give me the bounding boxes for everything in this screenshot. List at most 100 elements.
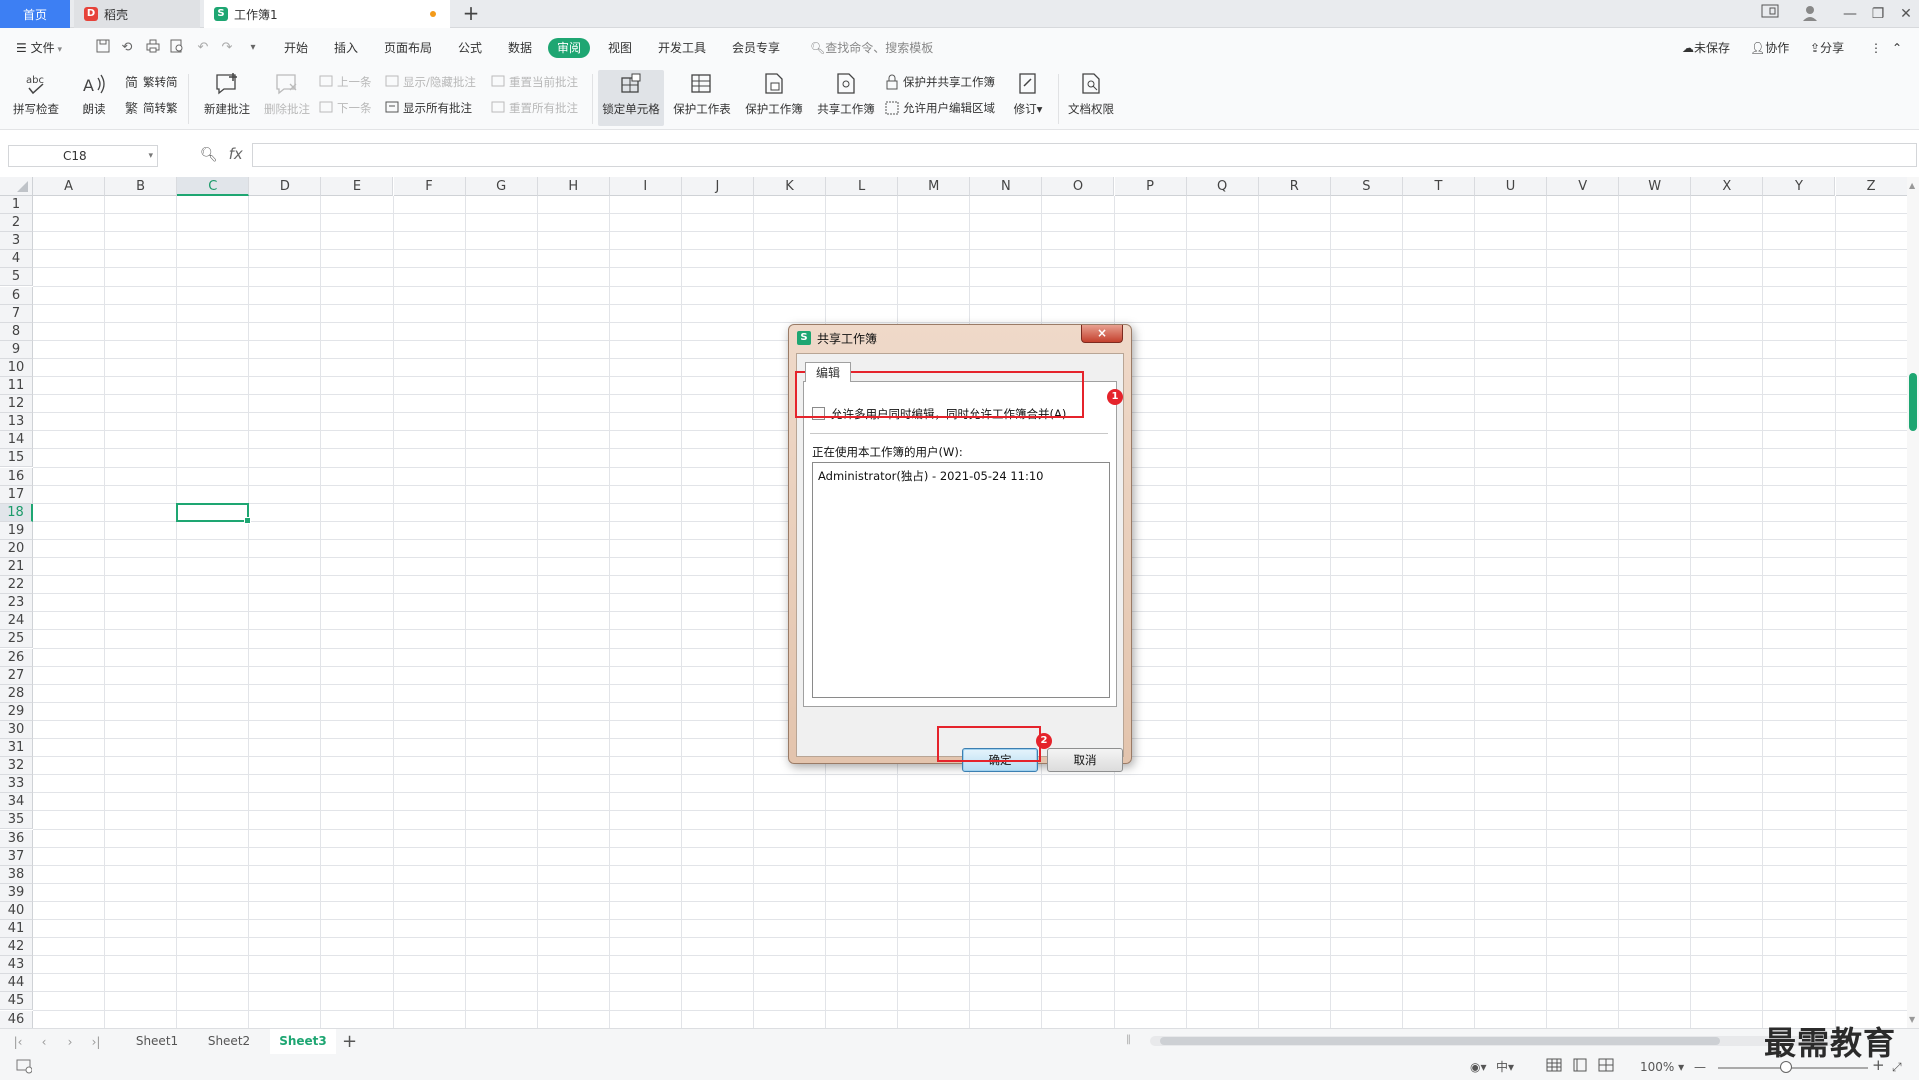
share-workbook-button[interactable]: 共享工作簿 <box>814 70 878 126</box>
row-header-17[interactable]: 17 <box>0 485 33 504</box>
menu-developer[interactable]: 开发工具 <box>652 38 712 58</box>
column-header-q[interactable]: Q <box>1186 177 1259 196</box>
menu-member[interactable]: 会员专享 <box>726 38 786 58</box>
column-header-j[interactable]: J <box>681 177 754 196</box>
vertical-scroll-thumb[interactable] <box>1909 373 1917 431</box>
protect-sheet-button[interactable]: 保护工作表 <box>670 70 734 126</box>
row-header-46[interactable]: 46 <box>0 1010 33 1028</box>
row-header-19[interactable]: 19 <box>0 521 33 540</box>
macro-record-icon[interactable] <box>16 1058 33 1079</box>
delete-comment-button[interactable]: 删除批注 <box>260 70 314 126</box>
row-header-45[interactable]: 45 <box>0 992 33 1011</box>
row-header-2[interactable]: 2 <box>0 214 33 233</box>
more-options-icon[interactable]: ⋮ <box>1864 38 1888 58</box>
active-cell[interactable] <box>176 502 252 524</box>
sheet-tab-2[interactable]: Sheet2 <box>196 1029 262 1054</box>
row-header-42[interactable]: 42 <box>0 938 33 957</box>
horizontal-scroll-thumb[interactable] <box>1160 1037 1720 1045</box>
minimize-icon[interactable]: — <box>1838 4 1862 24</box>
allow-edit-ranges-button[interactable]: 允许用户编辑区域 <box>884 98 995 118</box>
column-header-o[interactable]: O <box>1042 177 1115 196</box>
menu-review[interactable]: 审阅 <box>548 38 591 58</box>
dialog-close-button[interactable]: × <box>1081 325 1123 343</box>
protect-workbook-button[interactable]: 保护工作簿 <box>742 70 806 126</box>
close-window-icon[interactable]: ✕ <box>1894 4 1918 24</box>
restore-icon[interactable]: ❐ <box>1866 4 1890 24</box>
horizontal-scrollbar[interactable] <box>1150 1036 1850 1046</box>
row-header-35[interactable]: 35 <box>0 811 33 830</box>
last-sheet-icon[interactable]: ›| <box>88 1033 104 1051</box>
row-header-5[interactable]: 5 <box>0 268 33 287</box>
row-header-10[interactable]: 10 <box>0 358 33 377</box>
first-sheet-icon[interactable]: |‹ <box>10 1033 26 1051</box>
row-header-22[interactable]: 22 <box>0 576 33 595</box>
eye-protection-icon[interactable]: ◉▾ <box>1470 1058 1487 1076</box>
print-icon[interactable] <box>144 39 162 57</box>
tab-home[interactable]: 首页 <box>0 0 70 28</box>
reset-current-comment-button[interactable]: 重置当前批注 <box>490 72 578 92</box>
row-header-34[interactable]: 34 <box>0 793 33 812</box>
row-header-27[interactable]: 27 <box>0 666 33 685</box>
column-header-i[interactable]: I <box>609 177 682 196</box>
command-search[interactable]: 🔍︎查找命令、搜索模板 <box>804 38 939 58</box>
new-comment-button[interactable]: 新建批注 <box>200 70 254 126</box>
tab-docer[interactable]: D 稻壳 <box>74 0 200 28</box>
zoom-level[interactable]: 100% ▾ <box>1640 1058 1684 1076</box>
row-header-18[interactable]: 18 <box>0 503 33 522</box>
row-header-23[interactable]: 23 <box>0 594 33 613</box>
share-button[interactable]: ⇪分享 <box>1804 38 1850 58</box>
column-header-u[interactable]: U <box>1475 177 1548 196</box>
row-header-1[interactable]: 1 <box>0 196 33 215</box>
column-header-l[interactable]: L <box>826 177 899 196</box>
trad-to-simp-button[interactable]: 简 繁转简 <box>124 72 178 92</box>
normal-view-icon[interactable] <box>1546 1058 1562 1077</box>
menu-insert[interactable]: 插入 <box>328 38 364 58</box>
formula-input[interactable] <box>252 143 1917 167</box>
splitter-icon[interactable]: ‖ <box>1126 1034 1131 1045</box>
column-header-n[interactable]: N <box>970 177 1043 196</box>
row-header-26[interactable]: 26 <box>0 648 33 667</box>
row-header-20[interactable]: 20 <box>0 539 33 558</box>
row-header-33[interactable]: 33 <box>0 775 33 794</box>
column-header-d[interactable]: D <box>249 177 322 196</box>
column-header-w[interactable]: W <box>1619 177 1692 196</box>
format-painter-icon[interactable]: ⟲ <box>118 39 136 57</box>
column-header-f[interactable]: F <box>393 177 466 196</box>
row-header-38[interactable]: 38 <box>0 865 33 884</box>
scroll-down-icon[interactable]: ▼ <box>1909 1015 1915 1024</box>
show-hide-comment-button[interactable]: 显示/隐藏批注 <box>384 72 476 92</box>
scroll-up-icon[interactable]: ▲ <box>1909 181 1915 190</box>
row-header-25[interactable]: 25 <box>0 630 33 649</box>
column-header-t[interactable]: T <box>1402 177 1475 196</box>
row-header-24[interactable]: 24 <box>0 612 33 631</box>
row-header-16[interactable]: 16 <box>0 467 33 486</box>
row-header-28[interactable]: 28 <box>0 684 33 703</box>
spell-check-button[interactable]: abc 拼写检查 <box>12 70 60 126</box>
row-header-21[interactable]: 21 <box>0 558 33 577</box>
fx-icon[interactable]: fx <box>229 145 243 163</box>
column-header-h[interactable]: H <box>537 177 610 196</box>
undo-icon[interactable]: ↶ <box>194 39 212 57</box>
prev-sheet-icon[interactable]: ‹ <box>36 1033 52 1051</box>
row-header-44[interactable]: 44 <box>0 974 33 993</box>
row-header-30[interactable]: 30 <box>0 720 33 739</box>
column-header-z[interactable]: Z <box>1835 177 1908 196</box>
save-icon[interactable] <box>94 39 112 57</box>
dialog-title-bar[interactable]: S 共享工作簿 × <box>789 325 1131 351</box>
row-header-13[interactable]: 13 <box>0 413 33 432</box>
cancel-button[interactable]: 取消 <box>1047 748 1123 772</box>
row-header-31[interactable]: 31 <box>0 739 33 758</box>
quick-access-dropdown-icon[interactable]: ▾ <box>244 39 262 57</box>
row-header-43[interactable]: 43 <box>0 956 33 975</box>
row-header-40[interactable]: 40 <box>0 901 33 920</box>
column-header-k[interactable]: K <box>754 177 827 196</box>
zoom-formula-icon[interactable]: 🔍︎ <box>200 147 218 163</box>
sheet-tab-1[interactable]: Sheet1 <box>124 1029 190 1054</box>
row-header-4[interactable]: 4 <box>0 250 33 269</box>
print-preview-icon[interactable] <box>168 39 186 57</box>
collapse-ribbon-icon[interactable]: ⌃ <box>1886 38 1908 58</box>
zoom-out-icon[interactable]: — <box>1694 1058 1706 1076</box>
protect-share-workbook-button[interactable]: 保护并共享工作簿 <box>884 72 995 92</box>
column-header-s[interactable]: S <box>1330 177 1403 196</box>
row-header-37[interactable]: 37 <box>0 847 33 866</box>
